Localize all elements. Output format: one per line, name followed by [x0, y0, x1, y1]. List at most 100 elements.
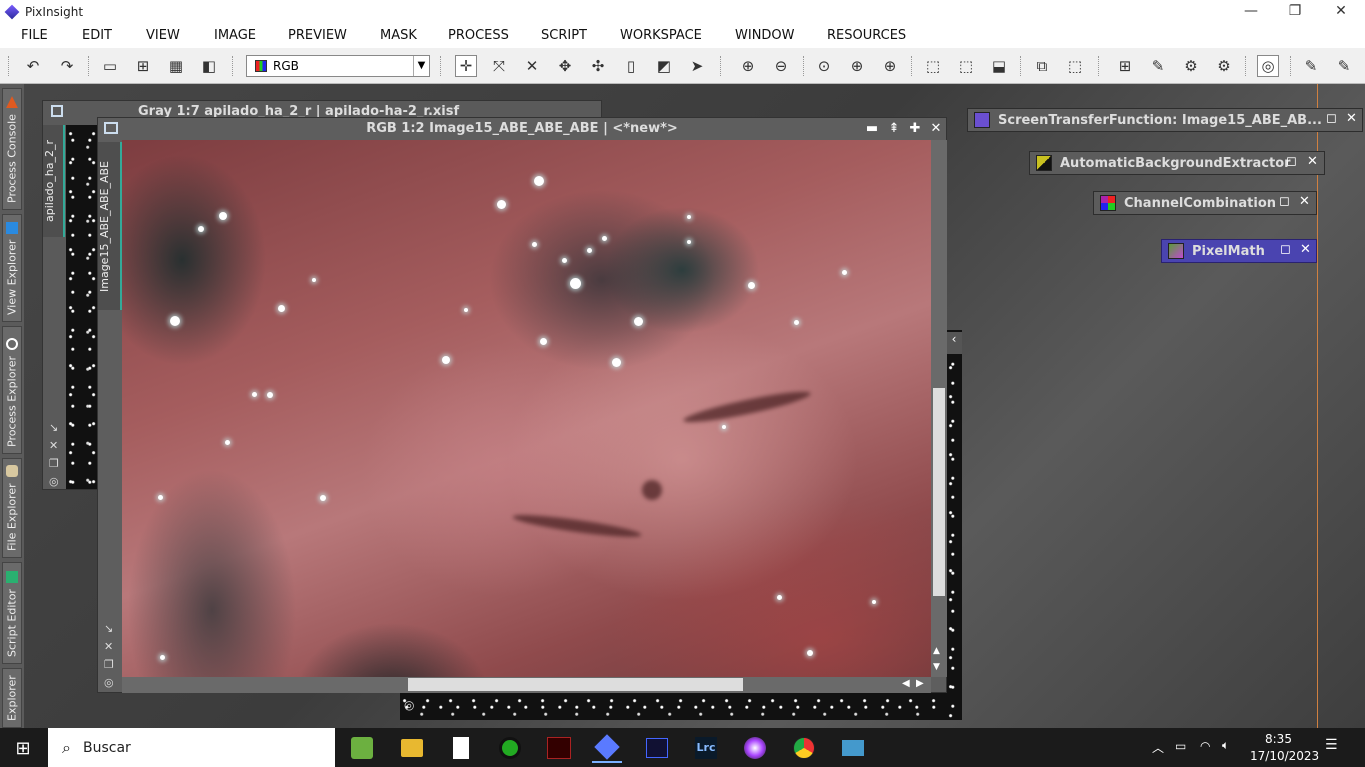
shade-button[interactable]: ▬	[863, 120, 881, 138]
script-run-icon[interactable]: ✎	[1333, 55, 1355, 77]
rosette-nebula-image[interactable]	[122, 140, 932, 677]
wifi-icon[interactable]: ◠	[1200, 739, 1210, 753]
menu-process[interactable]: PROCESS	[448, 28, 509, 43]
icon-pixel-math[interactable]: PixelMath ◻ ✕	[1161, 239, 1317, 263]
menu-script[interactable]: SCRIPT	[541, 28, 587, 43]
main-window-view-tab[interactable]: Image15_ABE_ABE_ABE	[98, 142, 122, 310]
tab-script-editor[interactable]: Script Editor	[2, 562, 22, 664]
zoom-optimal-icon[interactable]: ⊕	[879, 55, 901, 77]
notifications-icon[interactable]: ☰	[1325, 737, 1338, 753]
bg-window-side-buttons[interactable]: ↘ ✕ ❐ ◎	[49, 419, 59, 491]
close-button[interactable]: ✕	[1318, 0, 1364, 24]
zoom-in-icon[interactable]: ⊕	[737, 55, 759, 77]
shrink-icon[interactable]: ✕	[521, 55, 543, 77]
channel-select[interactable]: RGB ▼	[246, 55, 430, 77]
chevron-up-icon[interactable]: ︿	[1152, 739, 1164, 756]
close-icon[interactable]: ✕	[1307, 154, 1318, 169]
close-icon[interactable]: ✕	[1346, 111, 1357, 126]
vertical-scrollbar[interactable]: ▲ ▼	[931, 140, 947, 677]
image-info-icon[interactable]: ▭	[99, 55, 121, 77]
volume-icon[interactable]: 🔈︎	[1222, 738, 1229, 753]
preview-icon[interactable]: ⧉	[1031, 55, 1053, 77]
main-window-side-buttons[interactable]: ↘ ✕ ❐ ◎	[104, 620, 114, 692]
tab-explorer[interactable]: Explorer	[2, 668, 22, 728]
windows-start-icon[interactable]: ⊞	[8, 733, 38, 763]
close-icon[interactable]: ✕	[1299, 194, 1310, 209]
fit-all-icon[interactable]: ⬚	[955, 55, 977, 77]
cursor-icon[interactable]: ➤	[686, 55, 708, 77]
zoom-box-icon[interactable]: ⬚	[1064, 55, 1086, 77]
document-app-icon[interactable]	[453, 737, 469, 759]
tab-process-explorer[interactable]: Process Explorer	[2, 326, 22, 454]
menu-file[interactable]: FILE	[21, 28, 48, 43]
tab-process-console[interactable]: Process Console	[2, 88, 22, 210]
taskbar-search[interactable]: ⌕ Buscar	[48, 728, 335, 767]
edit-process-icon[interactable]: ✎	[1147, 55, 1169, 77]
icon-screen-transfer-function[interactable]: ScreenTransferFunction: Image15_ABE_AB..…	[967, 108, 1363, 132]
restore-icon[interactable]: ◻	[1326, 111, 1337, 126]
process-add-icon[interactable]: ⚙	[1213, 55, 1235, 77]
zoom-1-1-icon[interactable]: ⊙	[813, 55, 835, 77]
add-process-icon[interactable]: ⊞	[1114, 55, 1136, 77]
undo-icon[interactable]: ↶	[22, 55, 44, 77]
restore-button[interactable]: ❐	[1272, 0, 1318, 24]
clock-date[interactable]: 17/10/2023	[1250, 749, 1319, 763]
scroll-down-icon[interactable]: ▼	[933, 662, 940, 672]
process-icon[interactable]: ⚙	[1180, 55, 1202, 77]
restore-icon[interactable]: ◻	[1286, 154, 1297, 169]
battery-icon[interactable]: ▭	[1175, 739, 1186, 753]
menu-resources[interactable]: RESOURCES	[827, 28, 906, 43]
chevron-down-icon[interactable]: ▼	[413, 56, 429, 76]
horizontal-scrollbar[interactable]: ◀ ▶	[122, 677, 931, 693]
maximize-button[interactable]: ✚	[906, 120, 924, 138]
scroll-left-icon[interactable]: ◀	[902, 678, 910, 689]
readout-icon[interactable]: ▯	[620, 55, 642, 77]
channels-icon[interactable]: ▦	[165, 55, 187, 77]
gray-image[interactable]	[66, 125, 101, 489]
move-icon[interactable]: ✥	[554, 55, 576, 77]
tab-view-explorer[interactable]: View Explorer	[2, 214, 22, 322]
icon-channel-combination[interactable]: ChannelCombination ◻ ✕	[1093, 191, 1317, 215]
restore-icon[interactable]: ◻	[1280, 242, 1291, 257]
menu-image[interactable]: IMAGE	[214, 28, 256, 43]
bg-window-corner-icon[interactable]: ◎	[404, 698, 414, 712]
menu-workspace[interactable]: WORKSPACE	[620, 28, 702, 43]
zoom-out-icon[interactable]: ⊖	[770, 55, 792, 77]
menu-window[interactable]: WINDOW	[735, 28, 795, 43]
minimize-button[interactable]: —	[1228, 0, 1274, 24]
clock-time[interactable]: 8:35	[1265, 732, 1292, 746]
tab-file-explorer[interactable]: File Explorer	[2, 458, 22, 558]
lightroom-app-icon[interactable]: Lrc	[695, 737, 717, 759]
new-image-icon[interactable]: ⊞	[132, 55, 154, 77]
graph-app-icon[interactable]	[547, 737, 571, 759]
zoom-fit-window-icon[interactable]: ⊕	[846, 55, 868, 77]
menu-edit[interactable]: EDIT	[82, 28, 112, 43]
rgb-extract-icon[interactable]: ◧	[198, 55, 220, 77]
menu-mask[interactable]: MASK	[380, 28, 417, 43]
menu-view[interactable]: VIEW	[146, 28, 180, 43]
chevron-left-icon[interactable]: ‹	[946, 332, 962, 354]
new-window-icon[interactable]: ⬓	[988, 55, 1010, 77]
restore-icon[interactable]: ◻	[1279, 194, 1290, 209]
chrome-app-icon[interactable]	[793, 737, 815, 759]
vertical-scroll-thumb[interactable]	[933, 388, 945, 596]
redo-icon[interactable]: ↷	[56, 55, 78, 77]
horizontal-scroll-thumb[interactable]	[408, 678, 743, 691]
stellarium-app-icon[interactable]	[646, 738, 668, 758]
stf-icon[interactable]: ◎	[1257, 55, 1279, 77]
scroll-right-icon[interactable]: ▶	[916, 678, 924, 689]
window-app-icon[interactable]	[842, 740, 864, 756]
script-icon[interactable]: ✎	[1300, 55, 1322, 77]
zoom-preview-icon[interactable]: ◩	[653, 55, 675, 77]
bg-window-view-tab[interactable]: apilado_ha_2_r	[43, 125, 65, 237]
pan-mode-icon[interactable]: ✛	[455, 55, 477, 77]
close-icon[interactable]: ✕	[1300, 242, 1311, 257]
close-window-button[interactable]: ✕	[927, 120, 945, 138]
galaxy-app-icon[interactable]	[744, 737, 766, 759]
menu-preview[interactable]: PREVIEW	[288, 28, 347, 43]
pixinsight-app-icon[interactable]	[594, 734, 620, 760]
zoom-fit-icon[interactable]: ⤧	[488, 55, 510, 77]
file-explorer-app-icon[interactable]	[401, 739, 423, 757]
fit-view-icon[interactable]: ⬚	[922, 55, 944, 77]
notepad-app-icon[interactable]	[351, 737, 373, 759]
